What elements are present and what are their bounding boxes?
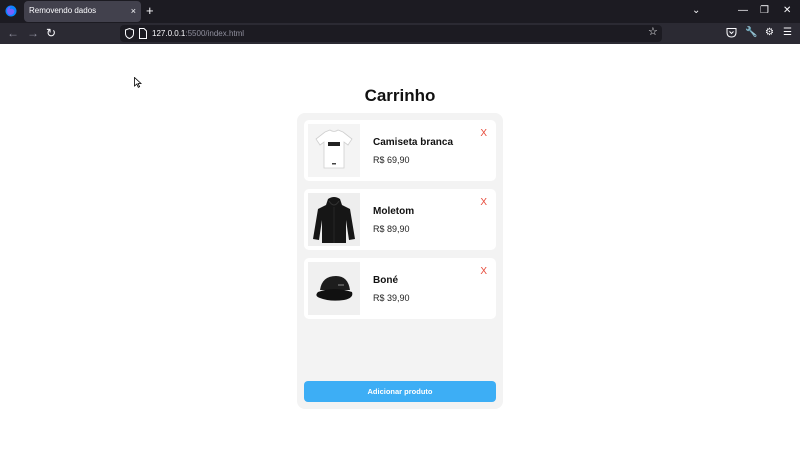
product-name: Moletom: [373, 206, 415, 217]
forward-icon[interactable]: →: [27, 26, 39, 40]
firefox-icon[interactable]: [5, 5, 17, 17]
product-price: R$ 39,90: [373, 293, 410, 303]
url-host: 127.0.0.1: [152, 29, 186, 38]
nav-bar: ← → ↻ 127.0.0.1:5500/index.html ☆ 🔧 ⚙ ☰: [0, 23, 800, 44]
product-image-cap: [308, 262, 360, 315]
add-product-button[interactable]: Adicionar produto: [304, 381, 496, 402]
tab-bar: Removendo dados × + ⌄ — ❐ ✕: [0, 0, 800, 23]
page-icon[interactable]: [139, 28, 147, 39]
pocket-icon[interactable]: [726, 27, 737, 38]
menu-icon[interactable]: ☰: [783, 26, 792, 40]
cart-container: Camiseta branca R$ 69,90 X Moletom R$ 89…: [297, 113, 503, 409]
product-price: R$ 69,90: [373, 155, 410, 165]
minimize-icon[interactable]: —: [738, 4, 748, 18]
back-icon[interactable]: ←: [7, 26, 19, 40]
url-path: :5500/index.html: [185, 29, 245, 38]
product-image-hoodie: [308, 193, 360, 246]
wrench-icon[interactable]: 🔧: [745, 26, 757, 40]
cart-item: Camiseta branca R$ 69,90 X: [304, 120, 496, 181]
cart-item: Boné R$ 39,90 X: [304, 258, 496, 319]
restore-icon[interactable]: ❐: [760, 4, 769, 18]
bookmark-star-icon[interactable]: ☆: [648, 27, 658, 38]
cart-item: Moletom R$ 89,90 X: [304, 189, 496, 250]
reload-icon[interactable]: ↻: [46, 26, 56, 40]
shield-icon[interactable]: [125, 28, 134, 39]
product-image-tshirt: [308, 124, 360, 177]
remove-item-button[interactable]: X: [480, 266, 487, 278]
remove-item-button[interactable]: X: [480, 128, 487, 140]
browser-tab[interactable]: Removendo dados ×: [24, 1, 141, 22]
product-name: Boné: [373, 275, 398, 286]
extensions-icon[interactable]: ⚙: [765, 26, 774, 40]
product-name: Camiseta branca: [373, 137, 454, 148]
close-icon[interactable]: ✕: [783, 4, 791, 18]
product-price: R$ 89,90: [373, 224, 410, 234]
remove-item-button[interactable]: X: [480, 197, 487, 209]
url-text: 127.0.0.1:5500/index.html: [152, 29, 244, 38]
page-title: Carrinho: [364, 86, 436, 105]
new-tab-button[interactable]: +: [146, 3, 154, 19]
url-bar[interactable]: 127.0.0.1:5500/index.html ☆: [120, 25, 662, 42]
page-content: Carrinho Camiseta branca R$ 69,90 X Mole…: [0, 44, 800, 450]
tab-title: Removendo dados: [29, 6, 97, 15]
close-tab-icon[interactable]: ×: [131, 5, 136, 17]
list-tabs-icon[interactable]: ⌄: [692, 4, 700, 18]
